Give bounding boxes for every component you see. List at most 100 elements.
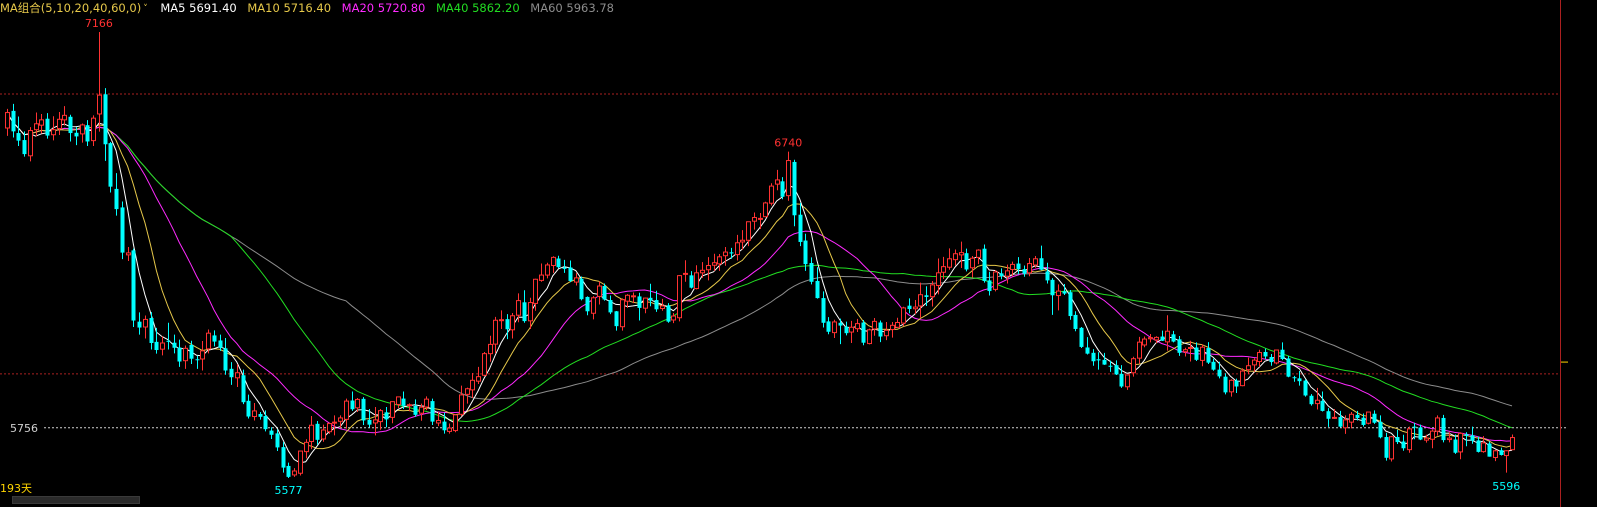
candle[interactable]: [120, 201, 125, 260]
candle[interactable]: [315, 421, 320, 445]
candle[interactable]: [1349, 412, 1354, 429]
candle[interactable]: [941, 256, 946, 279]
candle[interactable]: [792, 159, 797, 227]
candle[interactable]: [591, 296, 596, 320]
candle[interactable]: [488, 335, 493, 362]
candle[interactable]: [597, 281, 602, 305]
candle[interactable]: [637, 292, 642, 321]
candle[interactable]: [212, 330, 217, 347]
candle[interactable]: [103, 88, 108, 161]
candle[interactable]: [378, 408, 383, 430]
candle[interactable]: [1257, 349, 1262, 367]
candle[interactable]: [482, 351, 487, 377]
candle[interactable]: [1039, 245, 1044, 271]
candle[interactable]: [189, 340, 194, 365]
candle[interactable]: [200, 341, 205, 371]
candle[interactable]: [1217, 361, 1222, 379]
candle[interactable]: [959, 241, 964, 269]
candle[interactable]: [108, 142, 113, 193]
candle[interactable]: [872, 318, 877, 336]
candle[interactable]: [867, 328, 872, 345]
candle[interactable]: [1183, 347, 1188, 357]
candle[interactable]: [1045, 262, 1050, 284]
candle[interactable]: [930, 280, 935, 307]
candle[interactable]: [947, 248, 952, 270]
candle[interactable]: [895, 317, 900, 329]
candle[interactable]: [1119, 365, 1124, 388]
candle[interactable]: [373, 406, 378, 436]
candle[interactable]: [1223, 373, 1228, 395]
candle[interactable]: [338, 415, 343, 428]
candle[interactable]: [1493, 449, 1498, 462]
candle[interactable]: [1286, 355, 1291, 378]
candle[interactable]: [1240, 368, 1245, 387]
candle[interactable]: [258, 412, 263, 420]
candle[interactable]: [62, 106, 67, 126]
candle[interactable]: [924, 286, 929, 306]
candle[interactable]: [241, 369, 246, 405]
candle[interactable]: [861, 319, 866, 346]
candle[interactable]: [970, 255, 975, 278]
candle[interactable]: [1050, 278, 1055, 315]
candle[interactable]: [321, 424, 326, 442]
candle[interactable]: [677, 275, 682, 322]
candle[interactable]: [447, 423, 452, 434]
candle[interactable]: [1309, 394, 1314, 406]
candle[interactable]: [780, 177, 785, 200]
candle[interactable]: [556, 255, 561, 269]
candle[interactable]: [1378, 415, 1383, 439]
chevron-down-icon[interactable]: ˅: [143, 1, 148, 17]
candle[interactable]: [1263, 348, 1268, 360]
candle[interactable]: [901, 306, 906, 327]
candle[interactable]: [510, 312, 515, 339]
candle[interactable]: [131, 248, 136, 327]
candle[interactable]: [999, 268, 1004, 280]
candle[interactable]: [1504, 450, 1509, 473]
candle[interactable]: [309, 415, 314, 450]
candle[interactable]: [114, 173, 119, 216]
candle[interactable]: [235, 364, 240, 388]
candle[interactable]: [459, 385, 464, 417]
candle[interactable]: [68, 114, 73, 142]
candle[interactable]: [809, 257, 814, 285]
candle[interactable]: [1326, 408, 1331, 427]
candle[interactable]: [1487, 441, 1492, 457]
candle[interactable]: [1114, 360, 1119, 375]
candle[interactable]: [298, 450, 303, 476]
candle[interactable]: [1085, 337, 1090, 355]
candle[interactable]: [936, 258, 941, 295]
candle[interactable]: [1068, 289, 1073, 320]
candle[interactable]: [878, 320, 883, 343]
candle[interactable]: [551, 256, 556, 273]
candle[interactable]: [470, 373, 475, 399]
candle[interactable]: [614, 310, 619, 331]
candle[interactable]: [982, 244, 987, 283]
candle[interactable]: [1435, 415, 1440, 436]
candle[interactable]: [22, 131, 27, 157]
candle[interactable]: [195, 355, 200, 369]
candlestick-plot[interactable]: 5756 7166 6740 5577 5596: [0, 0, 1597, 507]
candle[interactable]: [1177, 335, 1182, 356]
candle[interactable]: [57, 111, 62, 136]
candle[interactable]: [126, 247, 131, 262]
candle[interactable]: [1458, 432, 1463, 460]
candle[interactable]: [683, 260, 688, 282]
candle[interactable]: [832, 319, 837, 338]
candle[interactable]: [286, 462, 291, 478]
candle[interactable]: [752, 212, 757, 230]
candle[interactable]: [1142, 336, 1147, 348]
candle[interactable]: [568, 260, 573, 283]
candle[interactable]: [476, 366, 481, 384]
candle[interactable]: [826, 317, 831, 335]
candle[interactable]: [269, 427, 274, 439]
candle[interactable]: [993, 270, 998, 292]
candle[interactable]: [11, 103, 16, 138]
candle[interactable]: [1194, 342, 1199, 361]
candle[interactable]: [723, 247, 728, 266]
candle[interactable]: [91, 115, 96, 146]
candle[interactable]: [579, 276, 584, 301]
candle[interactable]: [160, 336, 165, 356]
candle[interactable]: [844, 321, 849, 336]
candle[interactable]: [172, 334, 177, 354]
candle[interactable]: [1338, 410, 1343, 428]
